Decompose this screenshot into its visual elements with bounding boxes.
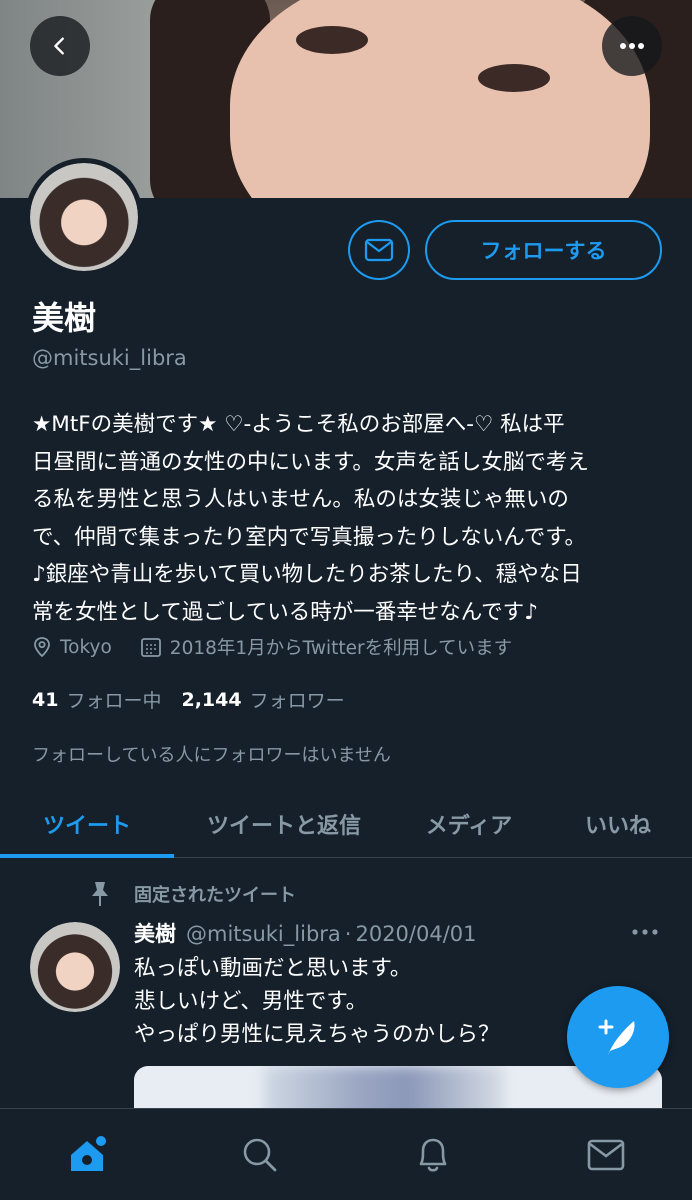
pin-icon: [92, 882, 108, 906]
bell-icon: [419, 1138, 446, 1172]
banner-eye-right: [478, 64, 550, 92]
profile-handle: @mitsuki_libra: [32, 346, 187, 370]
more-horizontal-icon: [620, 43, 644, 49]
bio-line: 常を女性として過ごしている時が一番幸せなんです♪: [32, 599, 538, 625]
tab-media[interactable]: メディア: [394, 790, 544, 858]
bio-line: ★MtFの美樹です★ ♡-ようこそ私のお部屋へ-♡ 私は平: [32, 412, 565, 437]
tweet-author-name[interactable]: 美樹: [134, 918, 176, 948]
bio-line: る私を男性と思う人はいません。私のは女装じゃ無いの: [32, 487, 569, 512]
tab-likes[interactable]: いいね: [544, 790, 692, 858]
profile-tabs: ツイート ツイートと返信 メディア いいね: [0, 790, 692, 858]
following-label[interactable]: フォロー中: [66, 686, 161, 713]
tweet-more-button[interactable]: [630, 922, 662, 946]
nav-home[interactable]: [0, 1109, 173, 1200]
followers-label[interactable]: フォロワー: [250, 686, 345, 713]
location-pin-icon: [34, 637, 50, 658]
feather-plus-icon: [598, 1019, 635, 1055]
banner-face: [230, 0, 650, 198]
follow-counts: 41 フォロー中 2,144 フォロワー: [32, 686, 365, 713]
profile-meta: Tokyo 2018年1月からTwitterを利用しています: [32, 634, 512, 660]
bio-line: 日昼間に普通の女性の中にいます。女声を話し女脳で考え: [32, 449, 589, 475]
banner-eye-left: [296, 26, 368, 54]
tweet-header: 美樹 @mitsuki_libra · 2020/04/01: [134, 918, 477, 948]
tweet-author-avatar[interactable]: [30, 922, 120, 1012]
chevron-left-icon: [54, 37, 64, 55]
profile-bio: ★MtFの美樹です★ ♡-ようこそ私のお部屋へ-♡ 私は平 日昼間に普通の女性の…: [32, 406, 662, 631]
profile-name: 美樹: [32, 299, 97, 337]
tweet-text-line: 私っぽい動画だと思います。: [134, 956, 412, 981]
nav-notifications[interactable]: [346, 1109, 519, 1200]
home-icon: [70, 1136, 106, 1171]
nav-messages[interactable]: [519, 1109, 692, 1200]
more-horizontal-icon: [632, 929, 658, 935]
bottom-navigation: [0, 1108, 692, 1200]
message-button[interactable]: [348, 220, 410, 280]
mail-icon: [364, 238, 394, 262]
calendar-icon: [140, 638, 161, 657]
tweet-date[interactable]: 2020/04/01: [355, 922, 476, 946]
tweet-text: 私っぽい動画だと思います。 悲しいけど、男性です。 やっぱり男性に見えちゃうのか…: [134, 952, 500, 1051]
tweet-text-line: 悲しいけど、男性です。: [134, 989, 368, 1014]
compose-tweet-button[interactable]: [567, 986, 669, 1088]
back-button[interactable]: [30, 16, 90, 76]
bio-line: で、仲間で集まったり室内で写真撮ったりしないんです。: [32, 524, 587, 550]
nav-search[interactable]: [173, 1109, 346, 1200]
bio-line: ♪銀座や青山を歩いて買い物したりお茶したり、穏やな日: [32, 562, 582, 587]
no-mutual-followers-text: フォローしている人にフォロワーはいません: [32, 745, 391, 766]
profile-location: Tokyo: [60, 636, 112, 658]
profile-joined: 2018年1月からTwitterを利用しています: [169, 638, 513, 659]
followers-count[interactable]: 2,144: [181, 689, 241, 711]
tab-tweets-and-replies[interactable]: ツイートと返信: [174, 790, 394, 858]
pinned-indicator: 固定されたツイート: [88, 880, 296, 908]
follow-button[interactable]: フォローする: [425, 220, 662, 280]
tab-tweets[interactable]: ツイート: [0, 790, 174, 858]
avatar-image: [30, 163, 138, 271]
tweet-text-line: やっぱり男性に見えちゃうのかしら？: [134, 1022, 500, 1047]
active-tab-indicator: [0, 854, 174, 858]
tweet-separator: ·: [344, 922, 352, 946]
tweet-author-handle[interactable]: @mitsuki_libra: [186, 922, 341, 946]
search-icon: [243, 1138, 276, 1172]
profile-avatar[interactable]: [25, 158, 143, 276]
avatar-image: [30, 922, 120, 1012]
mail-icon: [587, 1139, 624, 1171]
pinned-label: 固定されたツイート: [134, 885, 296, 906]
following-count[interactable]: 41: [32, 689, 58, 711]
more-options-button[interactable]: [602, 16, 662, 76]
